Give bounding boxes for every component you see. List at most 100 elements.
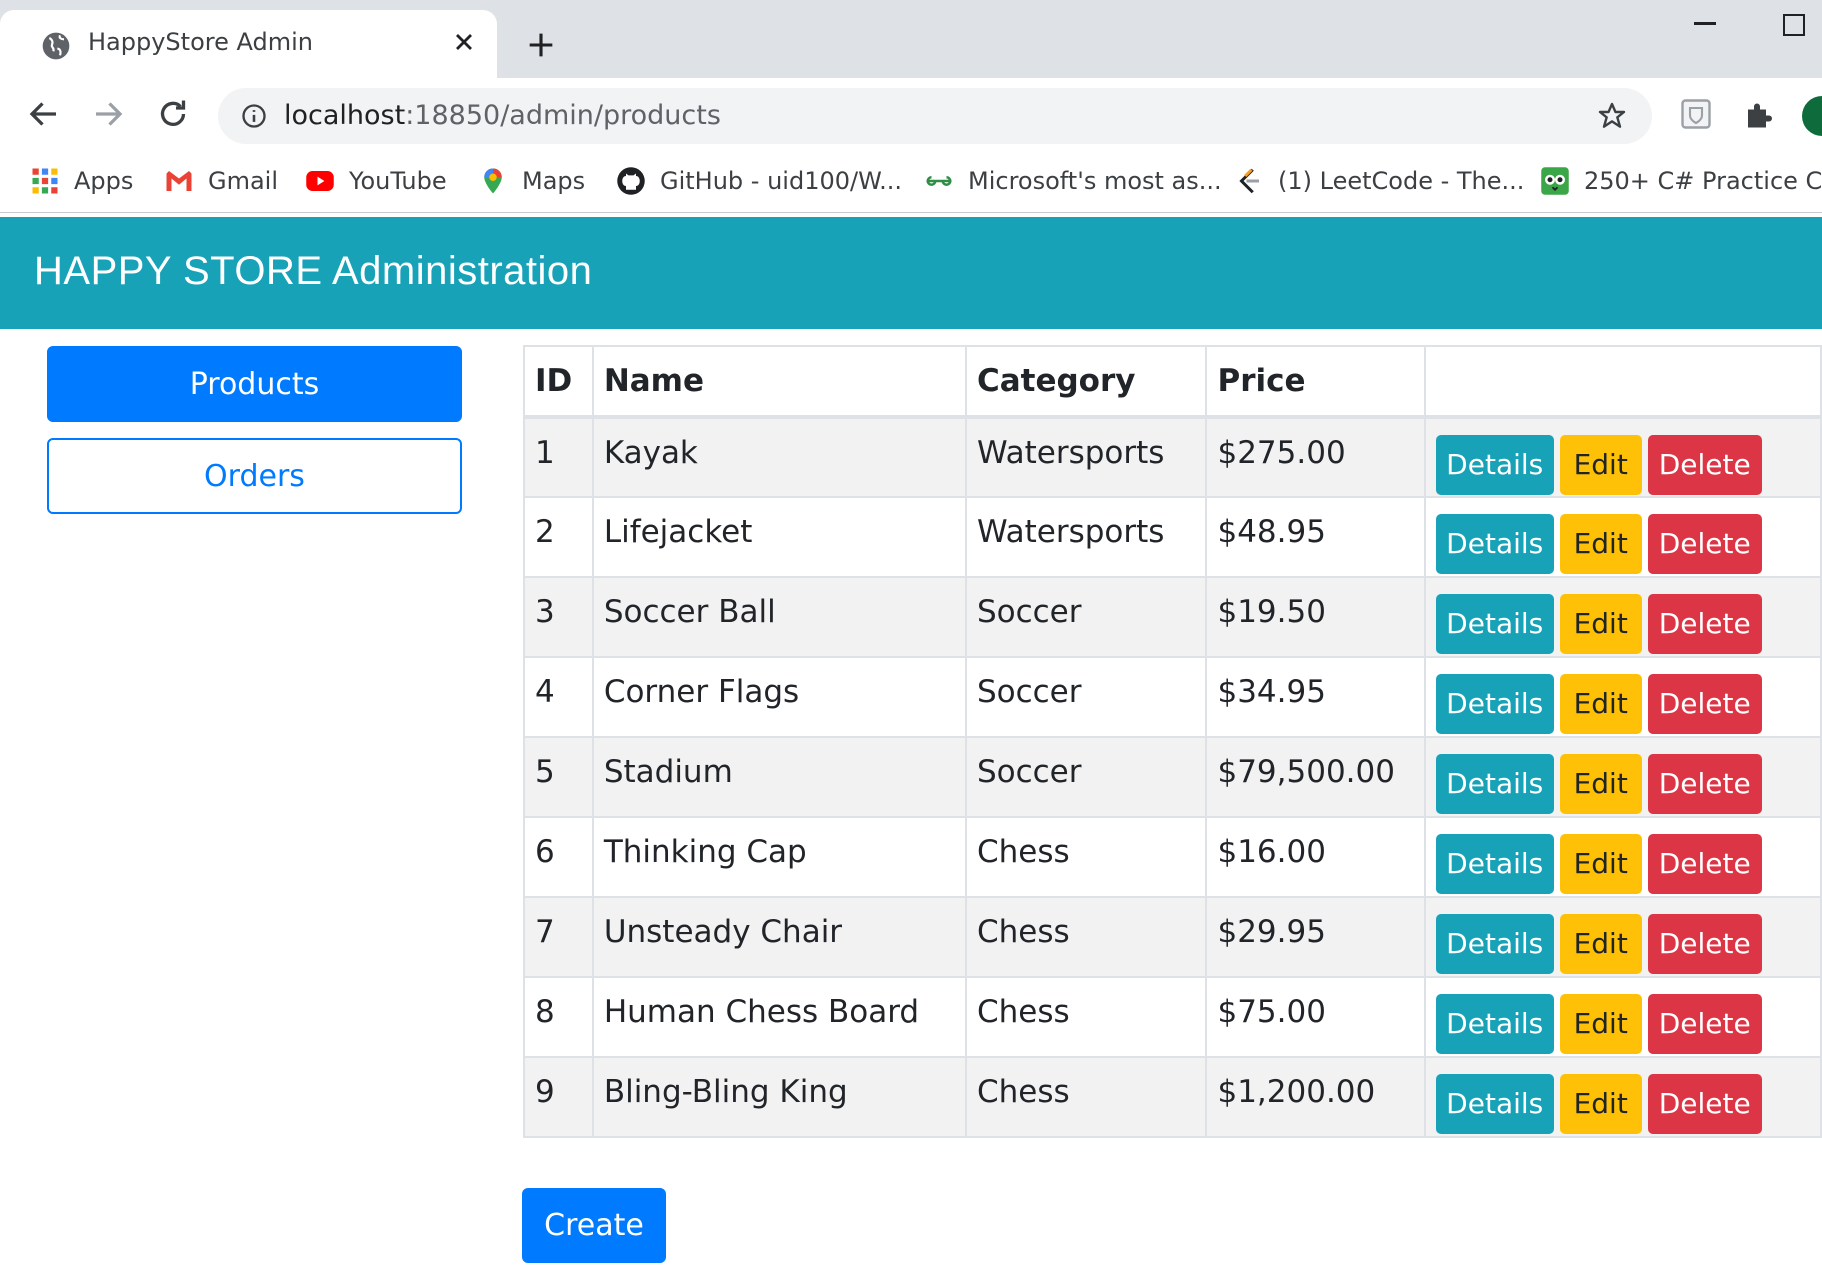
cell-actions: Details Edit Delete [1423,656,1822,738]
sidebar-orders-button[interactable]: Orders [47,438,462,514]
cell-category: Watersports [964,416,1208,498]
details-button[interactable]: Details [1435,834,1554,894]
sidebar-products-button[interactable]: Products [47,346,462,422]
cell-name: Lifejacket [591,496,967,578]
table-row: 8 Human Chess Board Chess $75.00 Details… [523,976,1822,1058]
column-header-category: Category [964,345,1208,419]
column-header-name: Name [591,345,967,419]
details-button[interactable]: Details [1435,674,1554,734]
page-header: HAPPY STORE Administration [0,217,1822,329]
cell-category: Watersports [964,496,1208,578]
cell-actions: Details Edit Delete [1423,976,1822,1058]
maximize-icon[interactable] [1783,14,1805,36]
details-button[interactable]: Details [1435,1074,1554,1134]
delete-button[interactable]: Delete [1647,1074,1762,1134]
cell-name: Human Chess Board [591,976,967,1058]
delete-button[interactable]: Delete [1647,514,1762,574]
bookmark-github[interactable]: GitHub - uid100/W... [616,162,902,200]
details-button[interactable]: Details [1435,435,1554,495]
cell-name: Bling-Bling King [591,1056,967,1138]
new-tab-icon[interactable] [524,28,558,62]
cell-category: Chess [964,896,1208,978]
bookmark-label: (1) LeetCode - The... [1278,167,1525,195]
cell-id: 9 [523,1056,594,1138]
products-table: ID Name Category Price 1 Kayak Waterspor… [523,345,1822,1138]
cell-id: 1 [523,416,594,498]
geeksforgeeks-icon [926,176,952,186]
minimize-icon[interactable] [1694,22,1716,25]
edit-button[interactable]: Edit [1559,514,1642,574]
extensions-puzzle-icon[interactable] [1742,96,1778,132]
edit-button[interactable]: Edit [1559,834,1642,894]
cell-price: $29.95 [1205,896,1426,978]
bookmark-maps[interactable]: Maps [478,162,585,200]
cell-id: 5 [523,736,594,818]
create-button[interactable]: Create [522,1188,666,1263]
page-title: HAPPY STORE Administration [34,249,593,293]
browser-tab[interactable]: HappyStore Admin [0,10,497,78]
delete-button[interactable]: Delete [1647,435,1762,495]
edit-button[interactable]: Edit [1559,994,1642,1054]
cell-category: Soccer [964,576,1208,658]
cell-price: $34.95 [1205,656,1426,738]
details-button[interactable]: Details [1435,914,1554,974]
details-button[interactable]: Details [1435,754,1554,814]
cell-category: Soccer [964,656,1208,738]
details-button[interactable]: Details [1435,594,1554,654]
details-button[interactable]: Details [1435,514,1554,574]
leetcode-icon [1239,168,1259,194]
cell-id: 8 [523,976,594,1058]
close-icon[interactable] [450,28,478,56]
edit-button[interactable]: Edit [1559,674,1642,734]
edit-button[interactable]: Edit [1559,914,1642,974]
delete-button[interactable]: Delete [1647,754,1762,814]
delete-button[interactable]: Delete [1647,594,1762,654]
cell-price: $16.00 [1205,816,1426,898]
globe-icon [42,32,70,60]
bookmark-apps[interactable]: Apps [30,162,133,200]
cell-name: Soccer Ball [591,576,967,658]
column-header-actions [1423,345,1822,419]
cell-category: Chess [964,976,1208,1058]
bookmark-gmail[interactable]: Gmail [164,162,278,200]
bookmark-label: YouTube [349,167,447,195]
bookmark-leetcode[interactable]: (1) LeetCode - The... [1234,162,1524,200]
table-row: 1 Kayak Watersports $275.00 Details Edit D… [523,416,1822,498]
column-header-id: ID [523,345,594,419]
bookmark-label: Maps [522,167,586,195]
extension-shield-icon[interactable] [1678,96,1714,132]
cell-price: $48.95 [1205,496,1426,578]
bookmark-youtube[interactable]: YouTube [305,162,447,200]
edit-button[interactable]: Edit [1559,754,1642,814]
delete-button[interactable]: Delete [1647,674,1762,734]
bookmark-geeksforgeeks[interactable]: Microsoft's most as... [924,162,1222,200]
bookmark-csharp-practice[interactable]: 250+ C# Practice C... [1540,162,1822,200]
cell-actions: Details Edit Delete [1423,816,1822,898]
address-bar[interactable]: localhost:18850/admin/products [218,88,1652,144]
url-text[interactable]: localhost:18850/admin/products [284,100,721,131]
edit-button[interactable]: Edit [1559,435,1642,495]
details-button[interactable]: Details [1435,994,1554,1054]
github-icon [617,167,645,195]
delete-button[interactable]: Delete [1647,994,1762,1054]
edit-button[interactable]: Edit [1559,594,1642,654]
url-path: :18850/admin/products [405,100,721,131]
delete-button[interactable]: Delete [1647,914,1762,974]
cell-actions: Details Edit Delete [1423,416,1822,498]
forward-arrow-icon[interactable] [90,96,126,132]
bookmark-star-icon[interactable] [1596,100,1628,132]
reload-icon[interactable] [155,96,191,132]
info-icon[interactable] [240,102,268,130]
table-row: 3 Soccer Ball Soccer $19.50 Details Edit D… [523,576,1822,658]
back-arrow-icon[interactable] [26,96,62,132]
cell-category: Chess [964,816,1208,898]
table-row: 4 Corner Flags Soccer $34.95 Details Edit… [523,656,1822,738]
table-row: 2 Lifejacket Watersports $48.95 Details E… [523,496,1822,578]
cell-name: Unsteady Chair [591,896,967,978]
url-host: localhost [284,100,406,131]
cell-name: Corner Flags [591,656,967,738]
edit-button[interactable]: Edit [1559,1074,1642,1134]
bookmark-label: Apps [74,167,134,195]
delete-button[interactable]: Delete [1647,834,1762,894]
browser-toolbar: localhost:18850/admin/products [0,78,1822,152]
